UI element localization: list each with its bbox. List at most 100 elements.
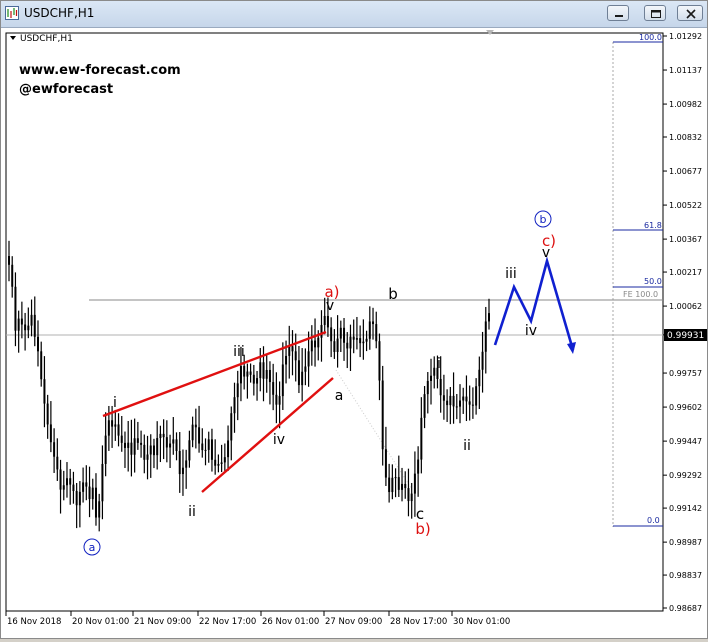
y-tick-label: 1.00832	[669, 133, 702, 142]
candle-body	[172, 439, 175, 444]
y-tick-label: 0.98687	[669, 604, 702, 613]
minimize-button[interactable]	[607, 5, 629, 21]
candle-body	[294, 351, 297, 361]
watermark-handle: @ewforecast	[19, 82, 113, 97]
candle-body	[281, 364, 284, 397]
candle-body	[194, 424, 197, 428]
candle-body	[365, 338, 368, 342]
x-tick-label: 20 Nov 01:00	[72, 617, 129, 627]
candle-body	[336, 338, 339, 352]
wave-label-a: a	[335, 388, 344, 404]
candle-body	[430, 375, 433, 381]
candle-body	[210, 439, 213, 460]
y-tick-label: 0.99757	[669, 369, 702, 378]
candle-body	[107, 420, 110, 436]
candle-body	[488, 313, 490, 322]
candle-body	[33, 314, 36, 337]
price-chart[interactable]: USDCHF,H1 www.ew-forecast.com @ewforecas…	[1, 28, 707, 638]
candle-body	[217, 463, 220, 466]
chart-area[interactable]: USDCHF,H1 www.ew-forecast.com @ewforecas…	[1, 28, 707, 638]
candle-body	[178, 451, 181, 475]
candle-body	[259, 362, 262, 379]
candle-body	[169, 443, 172, 448]
y-tick-label: 1.01292	[669, 32, 702, 41]
candle-body	[297, 360, 300, 386]
candle-body	[401, 483, 404, 490]
chart-window-icon	[5, 6, 19, 20]
maximize-icon	[651, 10, 661, 18]
time-axis[interactable]: 16 Nov 2018 20 Nov 01:00 21 Nov 09:00 22 No…	[5, 611, 510, 627]
candle-body	[475, 386, 478, 406]
candle-body	[159, 433, 162, 439]
candle-body	[123, 442, 126, 448]
candle-body	[252, 374, 255, 384]
y-tick-label: 1.00982	[669, 100, 702, 109]
wave-label-i: i	[113, 395, 117, 411]
x-tick-label: 30 Nov 01:00	[453, 617, 510, 627]
candle-body	[314, 340, 317, 348]
candle-body	[43, 379, 46, 404]
minimize-icon	[615, 15, 623, 17]
candle-body	[349, 336, 352, 349]
candle-body	[204, 449, 207, 451]
candle-body	[372, 321, 375, 325]
candle-body	[268, 369, 271, 383]
candle-body	[143, 444, 146, 460]
x-tick-label: 26 Nov 01:00	[262, 617, 319, 627]
candle-body	[404, 483, 407, 489]
candle-body	[117, 424, 120, 436]
candle-body	[359, 338, 362, 344]
fib-label-61-8: 61.8	[644, 221, 662, 230]
candle-body	[49, 424, 52, 443]
wave-label-i-2: i	[437, 356, 441, 372]
candle-body	[53, 442, 56, 457]
y-tick-label: 0.98987	[669, 538, 702, 547]
candle-body	[82, 482, 85, 492]
candle-body	[11, 264, 14, 287]
candle-body	[291, 346, 294, 352]
candle-body	[317, 337, 320, 348]
wave-label-b: b	[388, 285, 398, 303]
candle-body	[69, 478, 72, 485]
candle-body	[442, 395, 445, 401]
candle-body	[323, 315, 326, 325]
candle-body	[227, 440, 230, 458]
close-icon	[686, 9, 696, 19]
candle-body	[256, 378, 259, 384]
candle-body	[388, 477, 391, 493]
candle-body	[307, 351, 310, 367]
candle-body	[62, 485, 65, 490]
y-tick-label: 0.99447	[669, 437, 702, 446]
candle-body	[65, 478, 68, 486]
candle-body	[149, 445, 152, 455]
candle-body	[330, 327, 333, 342]
candle-body	[127, 442, 130, 448]
window-titlebar[interactable]: USDCHF,H1	[1, 1, 707, 28]
chart-symbol-label: USDCHF,H1	[20, 34, 73, 44]
candle-body	[288, 346, 291, 356]
price-axis[interactable]: 1.01292 1.01137 1.00982 1.00832 1.00677 1.005…	[663, 32, 702, 613]
maximize-button[interactable]	[644, 5, 666, 21]
proj-label-iv: iv	[525, 323, 537, 339]
candle-body	[27, 325, 30, 331]
candle-body	[275, 394, 278, 405]
wave-label-b-paren: b)	[415, 520, 430, 538]
candle-body	[465, 396, 468, 402]
candle-body	[56, 456, 59, 470]
candle-body	[394, 477, 397, 479]
close-button[interactable]	[677, 5, 703, 21]
candle-body	[417, 459, 420, 474]
candle-body	[285, 355, 288, 365]
x-tick-label: 27 Nov 09:00	[325, 617, 382, 627]
candle-body	[346, 342, 349, 349]
candle-body	[452, 395, 455, 407]
y-tick-label: 1.01137	[669, 66, 702, 75]
candle-body	[85, 482, 88, 487]
fib-label-50: 50.0	[644, 277, 662, 286]
candle-body	[420, 417, 423, 460]
candle-body	[46, 403, 49, 425]
candle-body	[459, 400, 462, 407]
candle-body	[391, 477, 394, 493]
y-tick-label: 1.00677	[669, 167, 702, 176]
y-tick-label: 0.99602	[669, 403, 702, 412]
